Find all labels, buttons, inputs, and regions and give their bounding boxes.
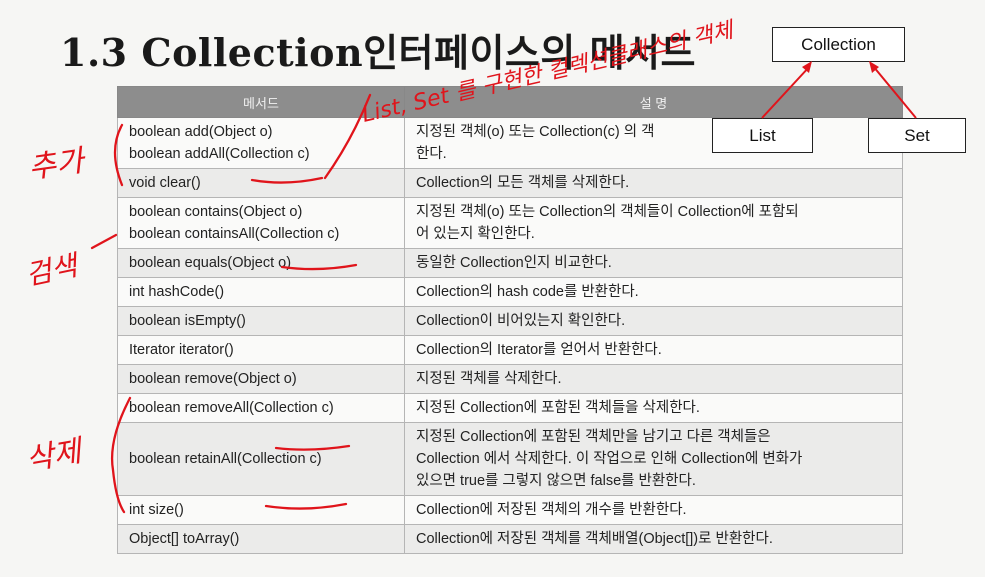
underline-retainall <box>264 502 348 510</box>
add-note: 추가 <box>26 143 89 186</box>
handwritten-annotations: 추가 검색 삭제 List, Set 를 구현한 컬렉션클래스의 객체 <box>23 17 917 514</box>
search-note: 검색 <box>23 248 83 292</box>
underline-addall <box>250 176 324 184</box>
diagram-arrows <box>761 61 917 119</box>
add-bracket <box>113 123 124 187</box>
top-note: List, Set 를 구현한 컬렉션클래스의 객체 <box>360 17 738 127</box>
underline-removeall <box>274 444 351 451</box>
search-dash <box>90 233 118 250</box>
underline-containsall <box>280 263 358 271</box>
delete-bracket <box>110 396 132 514</box>
delete-note: 삭제 <box>23 433 87 478</box>
lecture-slide: 1.3 Collection인터페이스의 메서드 메서드 설 명 boolean… <box>0 0 985 577</box>
